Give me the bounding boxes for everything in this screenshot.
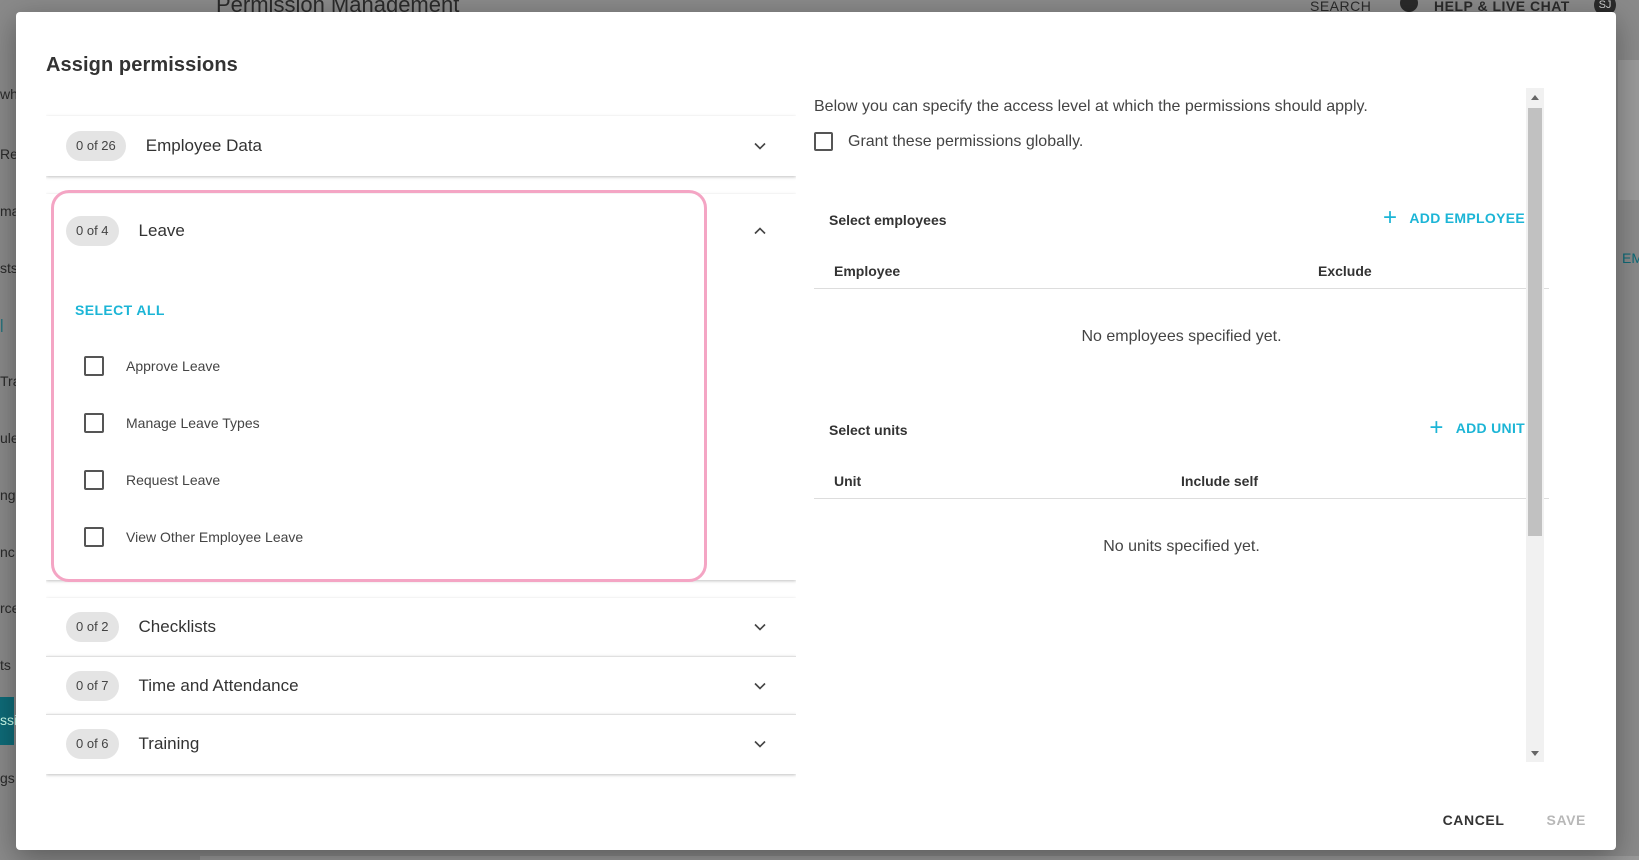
assign-permissions-dialog: Assign permissions 0 of 26 Employee Data… (16, 12, 1616, 850)
chevron-down-icon[interactable] (750, 676, 770, 696)
grant-globally-option[interactable]: Grant these permissions globally. (814, 132, 1083, 151)
exclude-column-header: Exclude (1318, 263, 1372, 279)
count-chip: 0 of 6 (66, 729, 119, 759)
select-employees-title: Select employees (829, 212, 947, 228)
category-title: Checklists (138, 617, 216, 636)
dialog-title: Assign permissions (46, 54, 238, 76)
select-employees-section: Select employees + ADD EMPLOYEE (814, 200, 1549, 240)
plus-icon: + (1429, 414, 1444, 441)
count-chip: 0 of 7 (66, 671, 119, 701)
category-panel-employee-data: 0 of 26 Employee Data (46, 116, 796, 176)
employees-table-header: Employee Exclude (814, 249, 1549, 289)
background-sidebar-fragment: ts (0, 657, 11, 673)
category-header-checklists[interactable]: 0 of 2 Checklists (46, 598, 796, 656)
chevron-down-icon[interactable] (750, 617, 770, 637)
background-sidebar-fragment: | (0, 316, 4, 332)
chevron-down-icon[interactable] (750, 136, 770, 156)
select-units-section: Select units + ADD UNIT (814, 410, 1549, 450)
category-panel-leave: 0 of 4 Leave SELECT ALL Approve Leave Ma… (46, 190, 796, 582)
background-right-panel (1618, 60, 1639, 200)
category-header-time-and-attendance[interactable]: 0 of 7 Time and Attendance (46, 657, 796, 715)
chevron-up-icon[interactable] (750, 221, 770, 241)
view-other-employee-leave-checkbox[interactable] (84, 527, 104, 547)
permission-label: Approve Leave (126, 358, 221, 374)
scope-intro-text: Below you can specify the access level a… (814, 98, 1368, 115)
category-panel-training: 0 of 6 Training (46, 714, 796, 774)
units-table-header: Unit Include self (814, 459, 1549, 499)
count-chip: 0 of 4 (66, 216, 119, 246)
employee-column-header: Employee (834, 263, 901, 279)
select-all-button[interactable]: SELECT ALL (75, 302, 165, 318)
save-button[interactable]: SAVE (1547, 812, 1587, 828)
permission-categories: 0 of 26 Employee Data 0 of 4 Leave SELEC… (46, 104, 796, 796)
grant-globally-label: Grant these permissions globally. (848, 132, 1084, 150)
category-title: Leave (138, 221, 185, 240)
manage-leave-types-checkbox[interactable] (84, 413, 104, 433)
background-sidebar-fragment: gs (0, 770, 15, 786)
plus-icon: + (1383, 204, 1398, 231)
chevron-down-icon[interactable] (750, 734, 770, 754)
cancel-button[interactable]: CANCEL (1443, 812, 1505, 828)
request-leave-checkbox[interactable] (84, 470, 104, 490)
units-empty-message: No units specified yet. (1103, 538, 1260, 555)
category-panel-checklists: 0 of 2 Checklists (46, 598, 796, 656)
category-title: Time and Attendance (138, 676, 299, 695)
help-icon (1400, 0, 1418, 12)
permission-request-leave[interactable]: Request Leave (84, 468, 220, 492)
employees-empty-message: No employees specified yet. (1081, 328, 1282, 345)
add-unit-button[interactable]: + ADD UNIT (1429, 414, 1525, 441)
permission-label: Manage Leave Types (126, 415, 260, 431)
background-right-fragment: EM (1622, 250, 1639, 266)
permission-manage-leave-types[interactable]: Manage Leave Types (84, 411, 260, 435)
category-title: Training (138, 734, 200, 753)
scroll-up-arrow-icon[interactable] (1526, 88, 1544, 106)
scroll-down-arrow-icon[interactable] (1526, 744, 1544, 762)
background-sidebar-fragment: ssi (0, 712, 18, 728)
add-unit-label: ADD UNIT (1455, 420, 1525, 436)
count-chip: 0 of 2 (66, 612, 119, 642)
permission-label: View Other Employee Leave (126, 529, 304, 545)
background-bottom-bar (200, 856, 1639, 860)
approve-leave-checkbox[interactable] (84, 356, 104, 376)
grant-globally-checkbox[interactable] (814, 132, 833, 151)
add-employee-button[interactable]: + ADD EMPLOYEE (1383, 204, 1525, 231)
background-sidebar-fragment: ng (0, 487, 16, 503)
select-units-title: Select units (829, 422, 908, 438)
permission-label: Request Leave (126, 472, 221, 488)
category-header-leave[interactable]: 0 of 4 Leave (46, 194, 796, 268)
count-chip: 0 of 26 (66, 131, 126, 161)
category-header-employee-data[interactable]: 0 of 26 Employee Data (46, 116, 796, 176)
permission-approve-leave[interactable]: Approve Leave (84, 354, 220, 378)
dialog-scrollbar[interactable] (1526, 88, 1544, 762)
scrollbar-thumb[interactable] (1528, 108, 1542, 536)
unit-column-header: Unit (834, 473, 862, 489)
add-employee-label: ADD EMPLOYEE (1409, 210, 1525, 226)
category-panel-time-and-attendance: 0 of 7 Time and Attendance (46, 656, 796, 714)
category-title: Employee Data (145, 136, 262, 155)
category-header-training[interactable]: 0 of 6 Training (46, 715, 796, 773)
permission-view-other-employee-leave[interactable]: View Other Employee Leave (84, 525, 303, 549)
background-sidebar-fragment: nc (0, 544, 15, 560)
include-self-column-header: Include self (1181, 473, 1259, 489)
dialog-footer: CANCEL SAVE (1443, 812, 1586, 828)
